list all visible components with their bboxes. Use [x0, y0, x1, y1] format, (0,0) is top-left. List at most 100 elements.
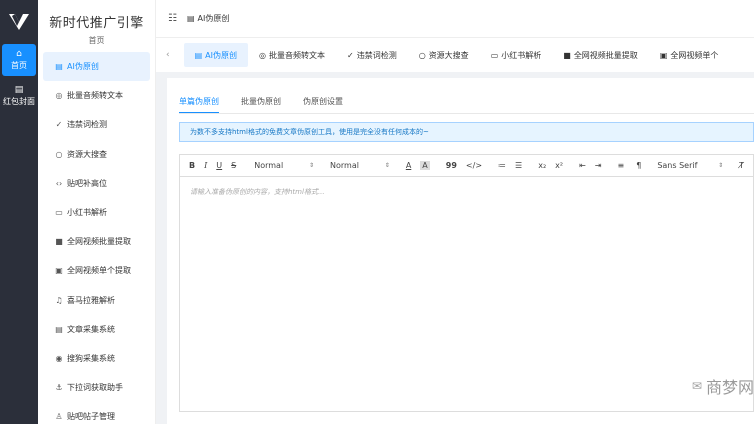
tab-banned-words[interactable]: ✓ 违禁词检测: [336, 43, 408, 67]
sidebar-item-video-batch[interactable]: ■ 全网视频批量提取: [43, 227, 150, 256]
check-icon: ✓: [347, 50, 354, 60]
doc-icon: ▤: [186, 14, 195, 23]
tabs-scroll-left-icon[interactable]: ‹: [166, 50, 170, 60]
doc-icon: ▤: [55, 62, 63, 72]
code-block-button[interactable]: </>: [466, 161, 482, 170]
rail-item-red-packet[interactable]: ▤ 红包封面: [2, 80, 36, 112]
tab-audio-to-text[interactable]: ◎ 批量音频转文本: [248, 43, 336, 67]
align-button[interactable]: ≡: [618, 161, 625, 170]
tab-video-single[interactable]: ▣ 全网视频单个: [649, 43, 730, 67]
sidebar-item-label: 贴吧帖子管理: [67, 412, 115, 422]
ordered-list-button[interactable]: ≔: [498, 161, 506, 170]
editor-toolbar: B I U S Normal ⇕ Normal ⇕ A A 99 </> ≔ ☰ x…: [180, 155, 753, 177]
target-icon: ◉: [55, 353, 63, 363]
sidebar-item-label: 贴吧补高位: [67, 178, 107, 188]
subtab-rewrite-settings[interactable]: 伪原创设置: [303, 96, 343, 114]
brand-subtitle[interactable]: 首页: [38, 35, 155, 46]
search-icon: ○: [418, 50, 426, 60]
bold-button[interactable]: B: [189, 161, 195, 170]
strike-button[interactable]: S: [231, 161, 236, 170]
sidebar-item-label: 资源大搜查: [67, 149, 107, 159]
header-size-select[interactable]: Normal ⇕: [254, 161, 314, 170]
indent-button[interactable]: ⇥: [595, 161, 602, 170]
sidebar-item-tieba-posts[interactable]: ♙ 贴吧帖子管理: [43, 402, 150, 424]
select-value: Sans Serif: [657, 161, 698, 170]
select-value: Normal: [254, 161, 284, 170]
code-icon: ‹›: [55, 178, 63, 188]
text-direction-button[interactable]: ¶: [636, 161, 641, 170]
app-logo[interactable]: [0, 0, 38, 44]
rewrite-subtabs: 单篇伪原创 批量伪原创 伪原创设置: [179, 96, 365, 114]
tab-video-batch[interactable]: ■ 全网视频批量提取: [552, 43, 649, 67]
tab-label: 批量音频转文本: [269, 50, 325, 60]
page-tabs: ‹ ▤ AI伪原创 ◎ 批量音频转文本 ✓ 违禁词检测 ○ 资源大搜查 ▭ 小红书解析 ■…: [156, 38, 754, 72]
bullet-list-button[interactable]: ☰: [515, 161, 522, 170]
info-notice: 为数不多支持html格式的免费文章伪原创工具，使用是完全没有任何成本的~: [179, 122, 754, 142]
brand-title: 新时代推广引擎: [49, 16, 144, 31]
book-icon: ▭: [490, 50, 499, 60]
sidebar: 新时代推广引擎 首页 ▤ AI伪原创 ◎ 批量音频转文本 ✓ 违禁词检测 ○ 资源大搜查…: [38, 0, 156, 424]
updown-caret-icon: ⇕: [384, 162, 390, 169]
sidebar-item-video-single[interactable]: ▣ 全网视频单个提取: [43, 256, 150, 285]
text-color-button[interactable]: A: [406, 161, 411, 170]
italic-button[interactable]: I: [204, 161, 207, 170]
sidebar-item-xiaohongshu[interactable]: ▭ 小红书解析: [43, 198, 150, 227]
subtab-single-rewrite[interactable]: 单篇伪原创: [179, 96, 219, 114]
subtab-batch-rewrite[interactable]: 批量伪原创: [241, 96, 281, 114]
editor-placeholder[interactable]: 请输入准备伪原创的内容，支持html格式...: [180, 177, 753, 207]
check-icon: ✓: [55, 120, 63, 130]
sidebar-item-label: 喜马拉雅解析: [67, 295, 115, 305]
app-rail: ⌂ 首页 ▤ 红包封面: [0, 0, 38, 424]
sidebar-item-label: 搜狗采集系统: [67, 353, 115, 363]
tab-resource-search[interactable]: ○ 资源大搜查: [408, 43, 480, 67]
sidebar-item-sogou-collect[interactable]: ◉ 搜狗采集系统: [43, 344, 150, 373]
audio-icon: ◎: [55, 91, 63, 101]
blockquote-button[interactable]: 99: [446, 161, 457, 170]
sidebar-item-ai-rewrite[interactable]: ▤ AI伪原创: [43, 52, 150, 82]
tab-xiaohongshu[interactable]: ▭ 小红书解析: [480, 43, 553, 67]
subscript-button[interactable]: x₂: [538, 161, 546, 170]
music-icon: ♫: [55, 295, 63, 305]
watermark-text: 商梦网: [705, 378, 754, 397]
sidebar-item-label: 文章采集系统: [67, 324, 115, 334]
menu-fold-icon[interactable]: ☷: [168, 13, 177, 24]
doc-icon: ▤: [194, 50, 203, 60]
background-color-button[interactable]: A: [420, 161, 430, 170]
top-header: ☷ ▤ AI伪原创: [156, 0, 754, 38]
underline-button[interactable]: U: [216, 161, 222, 170]
video-icon: ■: [563, 50, 571, 60]
rail-item-label: 首页: [11, 61, 27, 70]
clear-format-button[interactable]: T̸: [739, 161, 744, 170]
sidebar-item-tieba-boost[interactable]: ‹› 贴吧补高位: [43, 169, 150, 198]
user-icon: ♙: [55, 412, 63, 422]
updown-caret-icon: ⇕: [718, 162, 724, 169]
article-icon: ▤: [55, 324, 63, 334]
breadcrumb: ▤ AI伪原创: [187, 13, 229, 24]
sidebar-item-ximalaya[interactable]: ♫ 喜马拉雅解析: [43, 286, 150, 315]
outdent-button[interactable]: ⇤: [579, 161, 586, 170]
sidebar-item-audio-to-text[interactable]: ◎ 批量音频转文本: [43, 81, 150, 110]
logo-icon: [9, 14, 29, 30]
font-size-select[interactable]: Normal ⇕: [330, 161, 390, 170]
sidebar-item-resource-search[interactable]: ○ 资源大搜查: [43, 140, 150, 169]
anchor-icon: ⚓: [55, 383, 63, 393]
sidebar-item-article-collect[interactable]: ▤ 文章采集系统: [43, 315, 150, 344]
tab-label: 违禁词检测: [356, 50, 397, 60]
sidebar-item-banned-words[interactable]: ✓ 违禁词检测: [43, 110, 150, 139]
sidebar-item-label: 全网视频单个提取: [67, 266, 131, 276]
superscript-button[interactable]: x²: [555, 161, 563, 170]
sidebar-item-dropdown-words[interactable]: ⚓ 下拉词获取助手: [43, 373, 150, 402]
tab-label: 小红书解析: [501, 50, 542, 60]
brand: 新时代推广引擎 首页: [38, 0, 155, 46]
tab-ai-rewrite[interactable]: ▤ AI伪原创: [183, 43, 249, 67]
sidebar-item-label: 批量音频转文本: [67, 91, 123, 101]
font-family-select[interactable]: Sans Serif ⇕: [657, 161, 723, 170]
breadcrumb-current: AI伪原创: [197, 14, 230, 23]
tab-label: 资源大搜查: [428, 50, 469, 60]
select-value: Normal: [330, 161, 359, 170]
sidebar-item-label: 下拉词获取助手: [67, 383, 123, 393]
book-icon: ▭: [55, 208, 63, 218]
audio-icon: ◎: [259, 50, 266, 60]
rail-item-home[interactable]: ⌂ 首页: [2, 44, 36, 76]
video-icon: ■: [55, 237, 63, 247]
